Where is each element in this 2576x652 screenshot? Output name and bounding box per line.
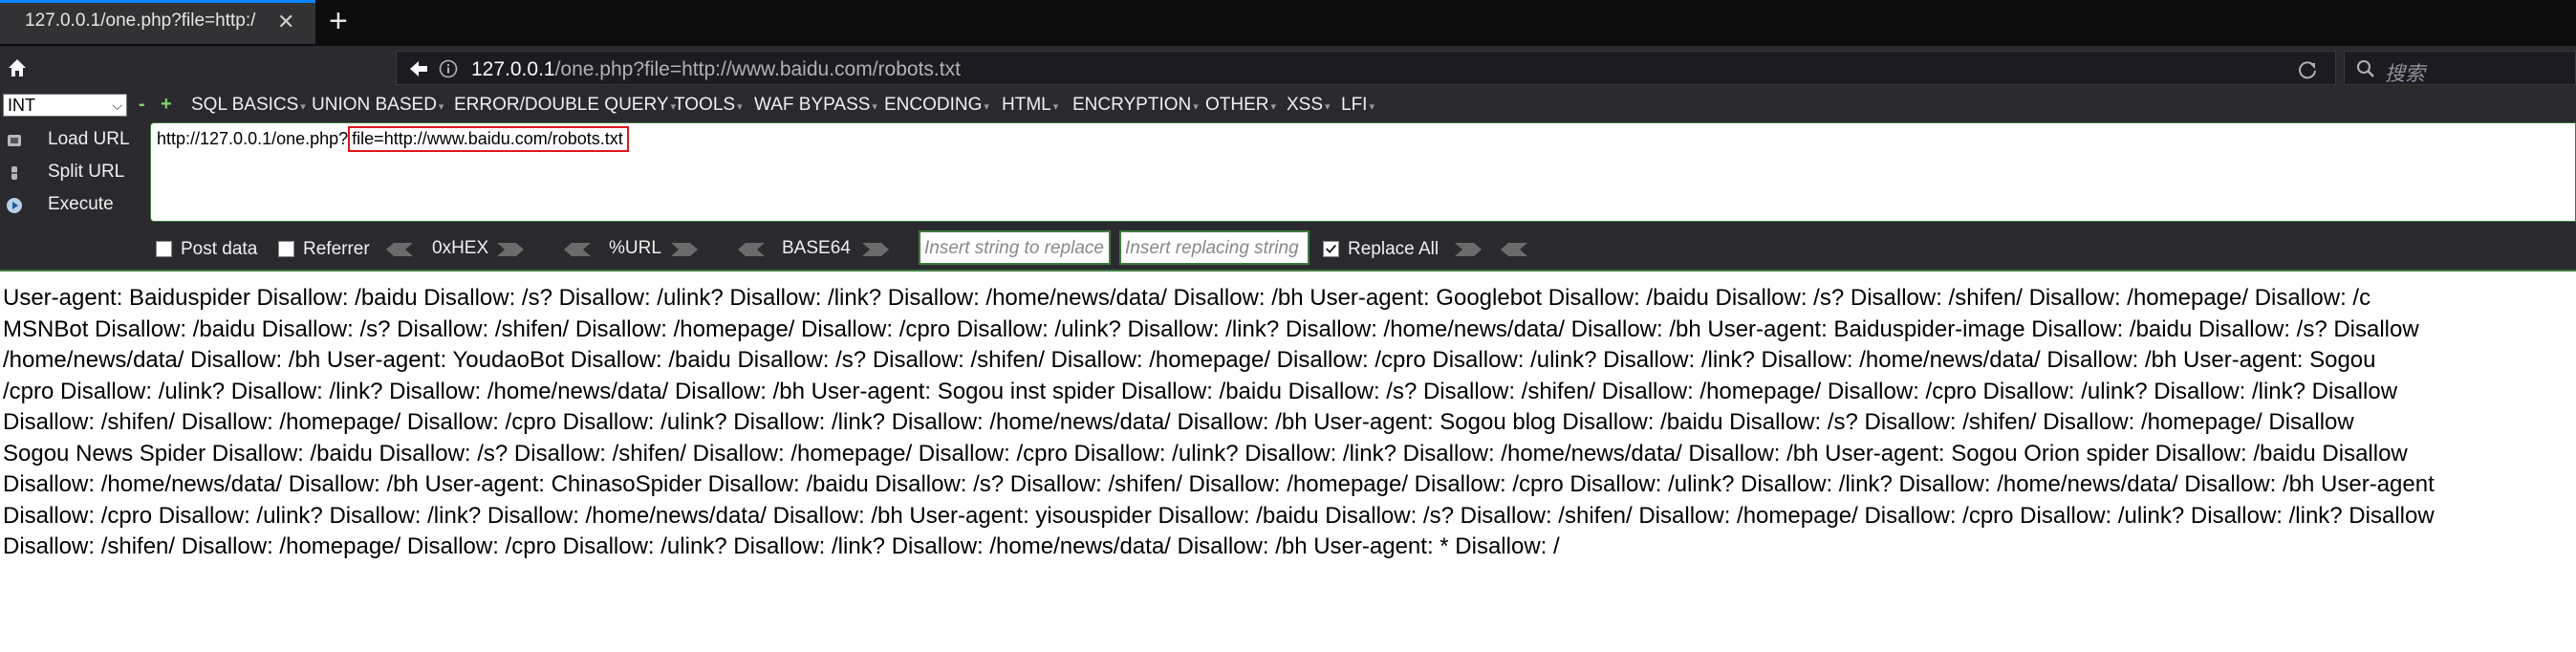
url-textarea[interactable]: http://127.0.0.1/one.php? file=http://www… — [150, 122, 2576, 222]
hex-decode-arrow-left-icon[interactable] — [386, 243, 413, 256]
referrer-checkbox[interactable]: Referrer — [278, 239, 383, 262]
checkbox-icon — [1323, 241, 1339, 257]
close-tab-icon[interactable]: ✕ — [277, 10, 294, 34]
base64-label: BASE64 — [782, 238, 851, 258]
hex-label: 0xHEX — [432, 238, 489, 258]
injection-type-value: INT — [8, 96, 35, 115]
menu-other[interactable]: OTHER ▾ — [1205, 95, 1276, 116]
post-data-label: Post data — [181, 239, 258, 259]
reload-icon[interactable] — [2297, 59, 2318, 80]
injection-type-select[interactable]: INT ⌵ — [3, 94, 127, 117]
replace-string-placeholder: Insert string to replace — [924, 238, 1104, 258]
search-box[interactable]: 搜索 — [2344, 51, 2576, 85]
post-data-checkbox[interactable]: Post data — [156, 239, 271, 262]
increase-button[interactable]: + — [161, 94, 172, 116]
url-prefix: http://127.0.0.1/one.php? — [157, 129, 349, 148]
tab-title: 127.0.0.1/one.php?file=http:/ — [25, 11, 256, 31]
robots-text-line: Disallow: /home/news/data/ Disallow: /bh… — [3, 471, 2435, 497]
robots-text-line: /home/news/data/ Disallow: /bh User-agen… — [3, 347, 2376, 373]
home-icon[interactable] — [7, 57, 28, 78]
checkbox-icon — [278, 241, 294, 257]
hex-encode-arrow-right-icon[interactable] — [497, 243, 524, 256]
replace-all-checkbox[interactable]: Replace All — [1323, 239, 1457, 262]
url-decode-arrow-left-icon[interactable] — [564, 243, 591, 256]
robots-text-line: MSNBot Disallow: /baidu Disallow: /s? Di… — [3, 315, 2419, 342]
address-bar[interactable]: 127.0.0.1/one.php?file=http://www.baidu.… — [396, 51, 2336, 85]
url-value: http://127.0.0.1/one.php? file=http://www… — [157, 126, 629, 152]
robots-text-line: Sogou News Spider Disallow: /baidu Disal… — [3, 440, 2408, 467]
load-url-button[interactable]: Load URL — [0, 126, 143, 155]
page-content: User-agent: Baiduspider Disallow: /baidu… — [0, 283, 2576, 570]
menu-waf-bypass[interactable]: WAF BYPASS ▾ — [754, 95, 877, 116]
replacing-string-input[interactable]: Insert replacing string — [1119, 230, 1310, 265]
menu-html[interactable]: HTML ▾ — [1002, 95, 1058, 116]
checkmark-icon — [1325, 244, 1337, 254]
execute-icon — [7, 198, 22, 213]
menu-xss[interactable]: XSS ▾ — [1287, 95, 1331, 116]
tab-strip: 127.0.0.1/one.php?file=http:/ ✕ + — [0, 0, 2576, 46]
menu-lfi[interactable]: LFI ▾ — [1341, 95, 1375, 116]
menu-error-double-query[interactable]: ERROR/DOUBLE QUERY ▾ — [454, 95, 676, 116]
url-param-highlight: file=http://www.baidu.com/robots.txt — [348, 126, 629, 152]
replacing-string-placeholder: Insert replacing string — [1125, 238, 1299, 258]
robots-text-line: /cpro Disallow: /ulink? Disallow: /link?… — [3, 378, 2398, 404]
robots-text-line: Disallow: /cpro Disallow: /ulink? Disall… — [3, 502, 2435, 529]
menu-encryption[interactable]: ENCRYPTION ▾ — [1072, 95, 1199, 116]
menu-union-based[interactable]: UNION BASED ▾ — [312, 95, 444, 116]
chevron-down-icon: ⌵ — [112, 98, 122, 113]
load-url-icon — [8, 135, 21, 146]
replace-all-label: Replace All — [1348, 239, 1440, 259]
robots-text-line: User-agent: Baiduspider Disallow: /baidu… — [3, 285, 2371, 311]
navigation-toolbar: 127.0.0.1/one.php?file=http://www.baidu.… — [0, 46, 2576, 90]
base64-decode-arrow-left-icon[interactable] — [738, 243, 765, 256]
robots-text-line: Disallow: /shifen/ Disallow: /homepage/ … — [3, 409, 2354, 435]
split-url-button[interactable]: Split URL — [0, 159, 143, 187]
split-url-label: Split URL — [48, 162, 125, 182]
search-placeholder: 搜索 — [2385, 63, 2425, 85]
referrer-label: Referrer — [303, 239, 370, 259]
replace-right-arrow-right-icon[interactable] — [1455, 243, 1482, 256]
execute-label: Execute — [48, 194, 114, 214]
new-tab-button[interactable]: + — [329, 3, 348, 39]
checkbox-icon — [156, 241, 172, 257]
decrease-button[interactable]: - — [139, 94, 145, 116]
execute-button[interactable]: Execute — [0, 191, 143, 220]
info-icon[interactable] — [439, 59, 458, 78]
back-icon[interactable] — [408, 59, 429, 78]
url-host: 127.0.0.1 — [471, 58, 555, 80]
replace-string-input[interactable]: Insert string to replace — [919, 230, 1111, 265]
robots-text-line: Disallow: /shifen/ Disallow: /homepage/ … — [3, 533, 1560, 559]
load-url-label: Load URL — [48, 129, 130, 149]
base64-encode-arrow-right-icon[interactable] — [862, 243, 889, 256]
menu-tools[interactable]: TOOLS ▾ — [674, 95, 743, 116]
search-icon — [2357, 60, 2374, 77]
menu-encoding[interactable]: ENCODING ▾ — [884, 95, 989, 116]
split-url-icon — [11, 166, 17, 180]
url-text[interactable]: 127.0.0.1/one.php?file=http://www.baidu.… — [471, 58, 961, 81]
url-encode-arrow-right-icon[interactable] — [671, 243, 698, 256]
active-tab[interactable]: 127.0.0.1/one.php?file=http:/ ✕ — [0, 0, 315, 44]
url-path: /one.php?file=http://www.baidu.com/robot… — [554, 58, 961, 80]
menu-sql-basics[interactable]: SQL BASICS ▾ — [191, 95, 306, 116]
hackbar-panel: INT ⌵ - + SQL BASICS ▾ UNION BASED ▾ ERROR… — [0, 90, 2576, 272]
url-encode-label: %URL — [609, 238, 661, 258]
replace-left-arrow-icon[interactable] — [1501, 243, 1527, 256]
